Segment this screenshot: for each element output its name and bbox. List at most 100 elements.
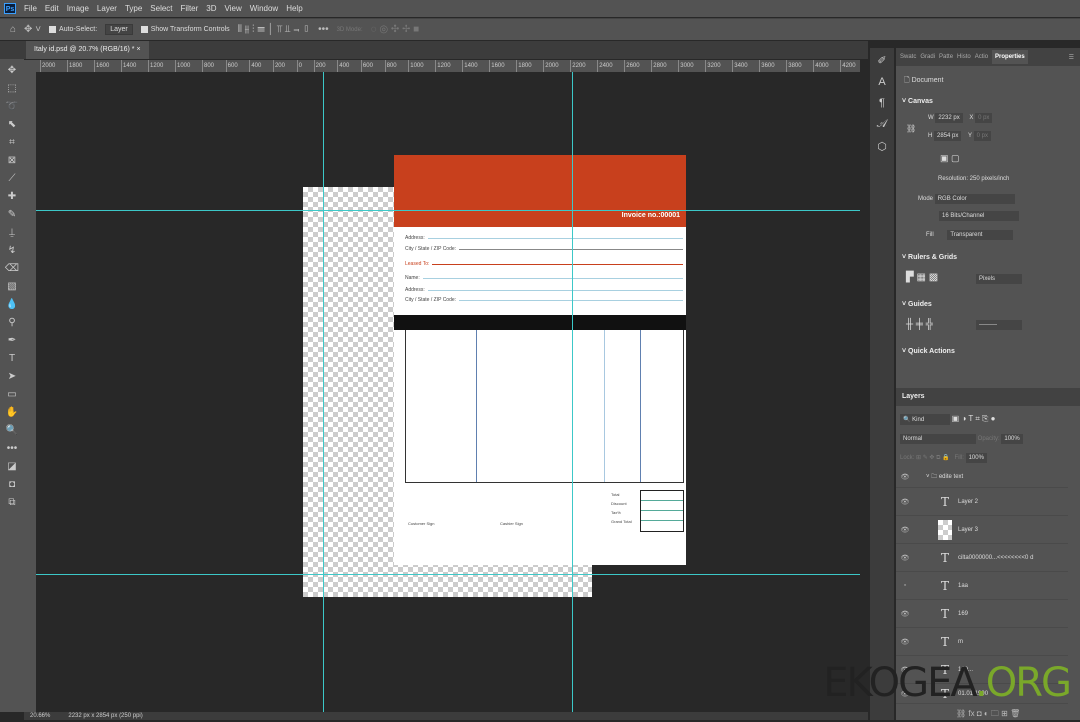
menu-view[interactable]: View [225, 4, 242, 13]
canvas-section[interactable]: ˅ Canvas [902, 98, 933, 105]
tab-swatches[interactable]: Swatc [900, 54, 916, 60]
rulers-section[interactable]: ˅ Rulers & Grids [902, 254, 957, 261]
character-icon[interactable]: A [878, 76, 885, 88]
eyedropper-tool-icon[interactable]: ⟋ [9, 171, 16, 186]
visibility-off-icon[interactable]: ▫ [896, 582, 914, 589]
3d-tools-icons[interactable]: ◌ ◎ ✣ ✢ ■ [371, 24, 420, 35]
layer-group[interactable]: 👁 ˅ 🗀 edite text [896, 466, 1068, 488]
history-brush-icon[interactable]: ↯ [8, 243, 16, 258]
frame-tool-icon[interactable]: ⊠ [8, 153, 16, 168]
guide-icons[interactable]: ╫ ╪ ╬ [906, 319, 933, 330]
align-icons[interactable]: ⫴ ⫵ ⫶ ☰ │ ⫪ ⫫ ⫬ ▯ [238, 24, 310, 35]
brush-tool-icon[interactable]: ✎ [8, 207, 16, 222]
more-options-icon[interactable]: ••• [318, 24, 329, 35]
layer-select-dropdown[interactable]: Layer [105, 24, 133, 35]
link-icon[interactable]: ⛓ [906, 124, 916, 133]
kind-filter-dropdown[interactable]: 🔍 Kind [900, 414, 950, 425]
blur-tool-icon[interactable]: 💧 [6, 297, 18, 312]
layer-fill-input[interactable]: 100% [965, 453, 987, 463]
path-select-icon[interactable]: ➤ [8, 369, 16, 384]
layer-item[interactable]: 👁 T Layer 2 [896, 488, 1068, 516]
quick-actions-section[interactable]: ˅ Quick Actions [902, 348, 955, 355]
pen-tool-icon[interactable]: ✒ [8, 333, 16, 348]
menu-select[interactable]: Select [150, 4, 172, 13]
fill-dropdown[interactable]: Transparent [947, 230, 1014, 240]
ruler-grid-icons[interactable]: ▛ ▦ ▩ [906, 272, 938, 283]
height-input[interactable]: 2854 px [934, 131, 962, 141]
menu-type[interactable]: Type [125, 4, 142, 13]
visibility-eye-icon[interactable]: 👁 [896, 638, 914, 646]
menu-filter[interactable]: Filter [181, 4, 199, 13]
more-tools-icon[interactable]: ••• [7, 441, 18, 456]
layer-item[interactable]: 👁 Tcilta0000000...<<<<<<<<0 d [896, 544, 1068, 572]
menu-layer[interactable]: Layer [97, 4, 117, 13]
document-tab[interactable]: Italy id.psd @ 20.7% (RGB/16) * × [26, 41, 149, 59]
menu-edit[interactable]: Edit [45, 4, 59, 13]
visibility-eye-icon[interactable]: 👁 [896, 473, 914, 481]
layer-item[interactable]: 👁 T 169 [896, 600, 1068, 628]
menu-file[interactable]: File [24, 4, 37, 13]
menu-help[interactable]: Help [286, 4, 302, 13]
zoom-tool-icon[interactable]: 🔍 [6, 423, 18, 438]
guide-vertical[interactable] [323, 72, 324, 712]
gradient-tool-icon[interactable]: ▧ [7, 279, 16, 294]
width-input[interactable]: 2232 px [935, 113, 963, 123]
opacity-input[interactable]: 100% [1001, 434, 1023, 444]
zoom-level[interactable]: 20.66% [30, 712, 50, 720]
x-input[interactable]: 0 px [975, 113, 993, 123]
type-tool-icon[interactable]: T [9, 351, 15, 366]
auto-select-checkbox[interactable]: Auto-Select: [49, 26, 97, 33]
lasso-tool-icon[interactable]: ➰ [6, 99, 18, 114]
healing-brush-icon[interactable]: ✚ [8, 189, 16, 204]
mode-dropdown[interactable]: RGB Color [934, 194, 1015, 204]
bit-depth-dropdown[interactable]: 16 Bits/Channel [939, 211, 1019, 221]
hand-tool-icon[interactable]: ✋ [6, 405, 18, 420]
color-swatches-icon[interactable]: ◪ [7, 459, 16, 474]
home-icon[interactable]: ⌂ [10, 24, 16, 35]
tab-actions[interactable]: Actio [975, 54, 988, 60]
guide-style-dropdown[interactable]: ——— [976, 320, 1022, 330]
menu-window[interactable]: Window [250, 4, 278, 13]
guide-horizontal[interactable] [36, 574, 860, 575]
eraser-tool-icon[interactable]: ⌫ [5, 261, 19, 276]
menu-image[interactable]: Image [67, 4, 89, 13]
paragraph-icon[interactable]: ¶ [879, 97, 885, 109]
visibility-eye-icon[interactable]: 👁 [896, 554, 914, 562]
close-tab-icon[interactable]: × [136, 46, 140, 53]
clone-stamp-icon[interactable]: ⍊ [9, 225, 15, 240]
y-input[interactable]: 0 px [973, 131, 991, 141]
show-transform-checkbox[interactable]: Show Transform Controls [140, 26, 230, 33]
move-tool-icon[interactable]: ✥ ˅ [24, 24, 41, 35]
3d-icon[interactable]: ⬡ [877, 140, 887, 153]
layer-item[interactable]: 👁 Layer 3 [896, 516, 1068, 544]
canvas-area[interactable]: Invoice no.:00001 Address: City / State … [36, 72, 860, 712]
rectangle-tool-icon[interactable]: ▭ [7, 387, 16, 402]
visibility-eye-icon[interactable]: 👁 [896, 498, 914, 506]
units-dropdown[interactable]: Pixels [976, 274, 1022, 284]
guides-section[interactable]: ˅ Guides [902, 301, 932, 308]
tab-properties[interactable]: Properties [992, 50, 1028, 64]
orientation-buttons[interactable]: ▣ ▢ [940, 153, 960, 164]
filter-icons[interactable]: ▣ ◑ T ⌗ ⎘ ● [952, 414, 996, 423]
blend-mode-dropdown[interactable]: Normal [900, 434, 976, 444]
crop-tool-icon[interactable]: ⌗ [9, 135, 15, 150]
panel-menu-icon[interactable]: ☰ [1069, 54, 1074, 61]
glyphs-icon[interactable]: 𝒜 [877, 118, 887, 131]
menu-3d[interactable]: 3D [206, 4, 216, 13]
lock-icons[interactable]: ⊞ ✎ ✥ ⧉ 🔒 [916, 455, 950, 461]
tab-history[interactable]: Histo [957, 54, 971, 60]
brush-settings-icon[interactable]: ✐ [877, 54, 886, 67]
tab-gradients[interactable]: Gradi [920, 54, 935, 60]
visibility-eye-icon[interactable]: 👁 [896, 610, 914, 618]
marquee-tool-icon[interactable]: ⬚ [7, 81, 16, 96]
visibility-eye-icon[interactable]: 👁 [896, 526, 914, 534]
tab-patterns[interactable]: Patte [939, 54, 953, 60]
guide-vertical[interactable] [572, 72, 573, 712]
dodge-tool-icon[interactable]: ⚲ [8, 315, 15, 330]
layer-item[interactable]: 👁 Tm [896, 628, 1068, 656]
quick-mask-icon[interactable]: ◘ [9, 477, 15, 492]
quick-select-tool-icon[interactable]: ⬉ [8, 117, 16, 132]
layer-item[interactable]: ▫ T 1aa [896, 572, 1068, 600]
layers-tab[interactable]: Layers [902, 393, 925, 400]
screen-mode-icon[interactable]: ⧉ [8, 495, 15, 510]
